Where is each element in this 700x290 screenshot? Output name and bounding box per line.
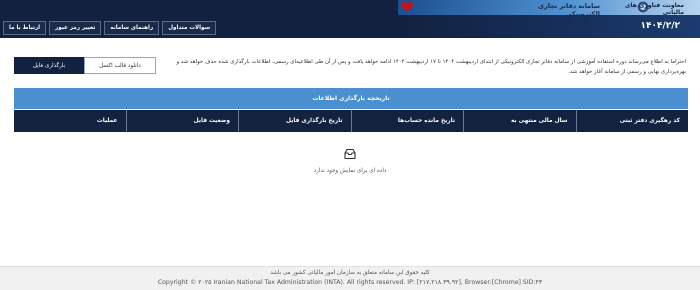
top-nav: ارتباط با ما تغییر رمز عبور راهنمای ساما… (3, 21, 217, 35)
col-fiscal-year[interactable]: سال مالی منتهی به (463, 110, 576, 132)
col-operations[interactable]: عملیات (14, 110, 126, 132)
col-tracking-code[interactable]: کد رهگیری دفتر ثبتی (575, 110, 688, 132)
nav-contact-us[interactable]: ارتباط با ما (3, 21, 47, 35)
top-header: سامانه دفاتر تجاری الکترونیکی معاونت فنا… (0, 0, 700, 38)
download-excel-template-button[interactable]: دانلود قالب اکسل (84, 57, 156, 74)
app-title: سامانه دفاتر تجاری الکترونیکی (538, 2, 600, 18)
nav-change-password[interactable]: تغییر رمز عبور (49, 21, 102, 35)
upload-history-table: تاریخچه بارگذاری اطلاعات کد رهگیری دفتر … (14, 88, 688, 132)
org-subtitle: معاونت فناوری های مالیاتی (624, 2, 684, 16)
empty-state: داده ای برای نمایش وجود ندارد (0, 148, 700, 174)
nav-faq[interactable]: سوالات متداول (162, 21, 217, 35)
nav-system-guide[interactable]: راهنمای سامانه (104, 21, 160, 35)
empty-state-text: داده ای برای نمایش وجود ندارد (313, 168, 387, 174)
notice-text: احتراما به اطلاع می‌رساند دوره استفاده آ… (176, 59, 686, 75)
footer-copyright: Copyright © ۲۰۲۵ Iranian National Tax Ad… (157, 279, 543, 286)
upload-file-button[interactable]: بارگذاری فایل (14, 57, 84, 74)
heart-logo-icon (401, 1, 413, 13)
inbox-icon (344, 148, 356, 160)
table-header: کد رهگیری دفتر ثبتی سال مالی منتهی به تا… (14, 109, 688, 132)
col-file-status[interactable]: وضعیت فایل (125, 110, 238, 132)
table-title: تاریخچه بارگذاری اطلاعات (14, 88, 688, 109)
col-balance-date[interactable]: تاریخ مانده حساب‌ها (350, 110, 463, 132)
footer: کلیه حقوق این سامانه متعلق به سازمان امو… (0, 266, 700, 290)
current-date: ۱۴۰۴/۲/۲ (640, 21, 680, 31)
footer-rights-fa: کلیه حقوق این سامانه متعلق به سازمان امو… (270, 270, 430, 276)
col-upload-date[interactable]: تاریخ بارگذاری فایل (238, 110, 351, 132)
